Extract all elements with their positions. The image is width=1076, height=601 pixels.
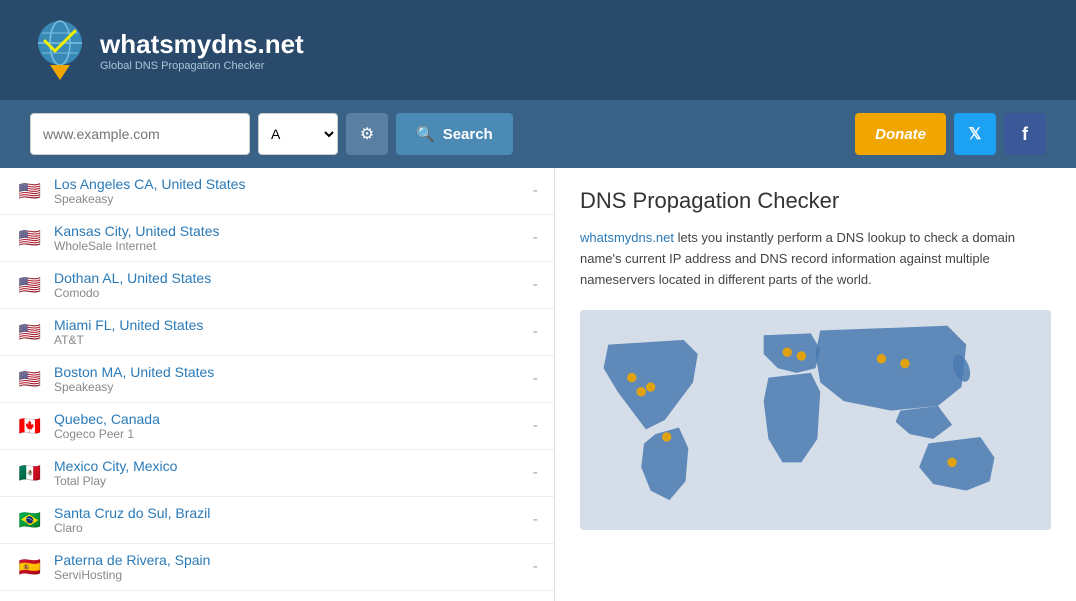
server-location: Los Angeles CA, United States (54, 176, 525, 192)
list-item[interactable]: 🇺🇸 Miami FL, United States AT&T - (0, 309, 554, 356)
list-item[interactable]: 🇺🇸 Boston MA, United States Speakeasy - (0, 356, 554, 403)
flag-icon: 🇺🇸 (16, 275, 44, 295)
server-location: Paterna de Rivera, Spain (54, 552, 525, 568)
server-info: Paterna de Rivera, Spain ServiHosting (54, 552, 525, 582)
server-provider: Speakeasy (54, 380, 525, 394)
site-title: whatsmydns.net (100, 29, 304, 60)
server-provider: Cogeco Peer 1 (54, 427, 525, 441)
list-item[interactable]: 🇲🇽 Mexico City, Mexico Total Play - (0, 450, 554, 497)
server-status: - (533, 276, 538, 294)
server-location: Kansas City, United States (54, 223, 525, 239)
server-status: - (533, 558, 538, 576)
server-status: - (533, 370, 538, 388)
flag-icon: 🇺🇸 (16, 228, 44, 248)
server-provider: WholeSale Internet (54, 239, 525, 253)
list-item[interactable]: 🇺🇸 Dothan AL, United States Comodo - (0, 262, 554, 309)
server-provider: Comodo (54, 286, 525, 300)
site-subtitle: Global DNS Propagation Checker (100, 60, 304, 72)
logo-area: whatsmydns.net Global DNS Propagation Ch… (30, 15, 304, 85)
flag-icon: 🇺🇸 (16, 322, 44, 342)
server-location: Miami FL, United States (54, 317, 525, 333)
server-info: Quebec, Canada Cogeco Peer 1 (54, 411, 525, 441)
server-status: - (533, 417, 538, 435)
server-location: Quebec, Canada (54, 411, 525, 427)
list-item[interactable]: 🇧🇷 Santa Cruz do Sul, Brazil Claro - (0, 497, 554, 544)
server-info: Boston MA, United States Speakeasy (54, 364, 525, 394)
search-label: Search (443, 126, 493, 143)
server-location: Boston MA, United States (54, 364, 525, 380)
search-button[interactable]: 🔍 Search (396, 113, 513, 155)
donate-button[interactable]: Donate (855, 113, 946, 155)
list-item[interactable]: 🇺🇸 Kansas City, United States WholeSale … (0, 215, 554, 262)
server-status: - (533, 229, 538, 247)
list-item[interactable]: 🇬🇧 Manchester, United Kingdom Ancar B - (0, 591, 554, 601)
server-info: Santa Cruz do Sul, Brazil Claro (54, 505, 525, 535)
server-location: Mexico City, Mexico (54, 458, 525, 474)
right-panel: DNS Propagation Checker whatsmydns.net l… (555, 168, 1076, 601)
flag-icon: 🇨🇦 (16, 416, 44, 436)
server-status: - (533, 511, 538, 529)
record-type-select[interactable]: A AAAA CNAME MX NS PTR SOA SRV TXT (258, 113, 338, 155)
server-info: Mexico City, Mexico Total Play (54, 458, 525, 488)
list-item[interactable]: 🇪🇸 Paterna de Rivera, Spain ServiHosting… (0, 544, 554, 591)
search-input[interactable] (30, 113, 250, 155)
server-location: Santa Cruz do Sul, Brazil (54, 505, 525, 521)
server-provider: AT&T (54, 333, 525, 347)
main-content: 🇺🇸 Los Angeles CA, United States Speakea… (0, 168, 1076, 601)
server-provider: Speakeasy (54, 192, 525, 206)
site-link[interactable]: whatsmydns.net (580, 230, 674, 245)
list-item[interactable]: 🇺🇸 Los Angeles CA, United States Speakea… (0, 168, 554, 215)
server-provider: Total Play (54, 474, 525, 488)
world-map (580, 310, 1051, 530)
description: whatsmydns.net lets you instantly perfor… (580, 228, 1051, 290)
toolbar-right: Donate 𝕏 f (855, 113, 1046, 155)
flag-icon: 🇺🇸 (16, 369, 44, 389)
server-location: Dothan AL, United States (54, 270, 525, 286)
header: whatsmydns.net Global DNS Propagation Ch… (0, 0, 1076, 100)
search-icon: 🔍 (416, 125, 435, 143)
twitter-button[interactable]: 𝕏 (954, 113, 996, 155)
server-info: Kansas City, United States WholeSale Int… (54, 223, 525, 253)
gear-icon: ⚙ (360, 124, 374, 144)
page-title: DNS Propagation Checker (580, 188, 1051, 214)
flag-icon: 🇺🇸 (16, 181, 44, 201)
facebook-icon: f (1022, 124, 1028, 145)
server-provider: ServiHosting (54, 568, 525, 582)
server-status: - (533, 464, 538, 482)
logo-text: whatsmydns.net Global DNS Propagation Ch… (100, 29, 304, 72)
server-info: Dothan AL, United States Comodo (54, 270, 525, 300)
flag-icon: 🇧🇷 (16, 510, 44, 530)
logo-icon (30, 15, 90, 85)
flag-icon: 🇲🇽 (16, 463, 44, 483)
twitter-icon: 𝕏 (969, 124, 982, 144)
list-item[interactable]: 🇨🇦 Quebec, Canada Cogeco Peer 1 - (0, 403, 554, 450)
server-info: Los Angeles CA, United States Speakeasy (54, 176, 525, 206)
server-provider: Claro (54, 521, 525, 535)
server-status: - (533, 182, 538, 200)
server-list: 🇺🇸 Los Angeles CA, United States Speakea… (0, 168, 555, 601)
facebook-button[interactable]: f (1004, 113, 1046, 155)
settings-button[interactable]: ⚙ (346, 113, 388, 155)
flag-icon: 🇪🇸 (16, 557, 44, 577)
server-info: Miami FL, United States AT&T (54, 317, 525, 347)
server-status: - (533, 323, 538, 341)
toolbar: A AAAA CNAME MX NS PTR SOA SRV TXT ⚙ 🔍 S… (0, 100, 1076, 168)
